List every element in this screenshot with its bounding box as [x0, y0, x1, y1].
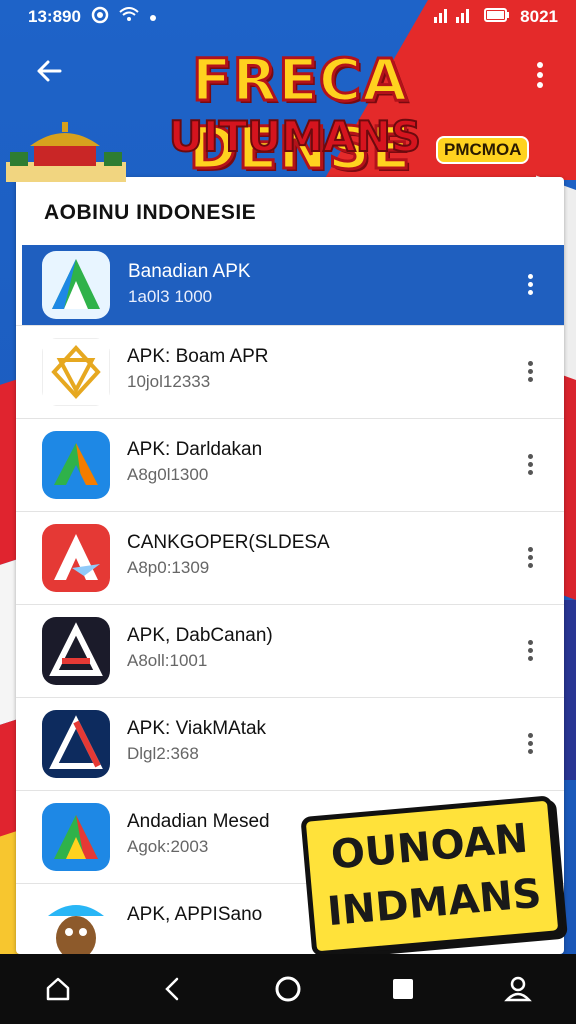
- home-icon: [46, 977, 69, 1001]
- record-icon: [91, 6, 109, 29]
- navy-a-icon: [42, 710, 110, 778]
- nav-back-button[interactable]: [153, 969, 193, 1009]
- overflow-menu-button[interactable]: [528, 58, 552, 94]
- mascot-icon: [42, 896, 110, 954]
- promo-sticker: OUNOAN INDMANS: [300, 795, 564, 957]
- notification-dot-icon: [149, 7, 157, 27]
- item-more-button[interactable]: [518, 451, 542, 481]
- app-name: APK: ViakMAtak: [127, 718, 267, 739]
- app-name: Andadian Mesed: [127, 811, 270, 832]
- app-header: FRECA DENSE UITUMANS PMCMOA: [0, 34, 576, 184]
- clock: 13:890: [28, 7, 81, 26]
- banner-subtitle: UITUMANS: [168, 111, 422, 162]
- app-list-item[interactable]: APK, DabCanan) A8oll:1001: [16, 604, 564, 697]
- chevron-left-icon: [165, 977, 179, 1001]
- navigation-bar: [0, 954, 576, 1024]
- app-version: A8p0:1309: [127, 558, 210, 577]
- recents-button[interactable]: [383, 969, 423, 1009]
- app-list-item[interactable]: APK: ViakMAtak Dlgl2:368: [16, 697, 564, 790]
- account-button[interactable]: [498, 969, 538, 1009]
- circle-icon: [275, 976, 301, 1002]
- status-bar: 13:890 8021: [0, 0, 576, 34]
- banner-badge: PMCMOA: [436, 136, 530, 164]
- app-version: A8oll:1001: [127, 651, 208, 670]
- app-version: Dlgl2:368: [127, 744, 199, 763]
- app-name: APK: Darldakan: [127, 439, 263, 460]
- blue-tri-icon: [42, 431, 110, 499]
- battery-text: 8021: [520, 7, 558, 26]
- red-a-icon: [42, 524, 110, 592]
- item-more-button[interactable]: [518, 544, 542, 574]
- home-button[interactable]: [38, 969, 78, 1009]
- app-name: Banadian APK: [128, 261, 251, 282]
- color-a-icon: [42, 803, 110, 871]
- app-list-item[interactable]: APK: Boam APR 10jol12333: [16, 325, 564, 418]
- wifi-icon: [119, 6, 139, 28]
- app-name: APK: Boam APR: [127, 346, 269, 367]
- app-list-item[interactable]: CANKGOPER(SLDESA A8p0:1309: [16, 511, 564, 604]
- item-more-button[interactable]: [518, 637, 542, 667]
- app-name: APK, DabCanan): [127, 625, 273, 646]
- app-name: CANKGOPER(SLDESA: [127, 532, 330, 553]
- app-version: A8g0l1300: [127, 465, 209, 484]
- green-a-icon: [42, 251, 110, 319]
- item-more-button[interactable]: [518, 271, 542, 301]
- section-title: AOBINU INDONESIE: [44, 201, 257, 224]
- app-version: Agok:2003: [127, 837, 209, 856]
- app-list-item[interactable]: APK: Darldakan A8g0l1300: [16, 418, 564, 511]
- arrow-left-icon: [37, 60, 62, 82]
- square-icon: [393, 979, 414, 999]
- nav-home-circle-button[interactable]: [268, 969, 308, 1009]
- app-version: 10jol12333: [127, 372, 211, 391]
- back-button[interactable]: [30, 56, 68, 94]
- app-version: 1a0l3 1000: [128, 287, 213, 306]
- item-more-button[interactable]: [518, 358, 542, 388]
- person-icon: [504, 976, 533, 1002]
- app-name: APK, APPISano: [127, 904, 263, 925]
- item-more-button[interactable]: [518, 730, 542, 760]
- gold-star-icon: [42, 338, 110, 406]
- app-list-item[interactable]: Banadian APK 1a0l3 1000: [22, 245, 564, 325]
- dark-a-icon: [42, 617, 110, 685]
- signal-icon: [434, 7, 474, 28]
- battery-icon: [484, 7, 510, 28]
